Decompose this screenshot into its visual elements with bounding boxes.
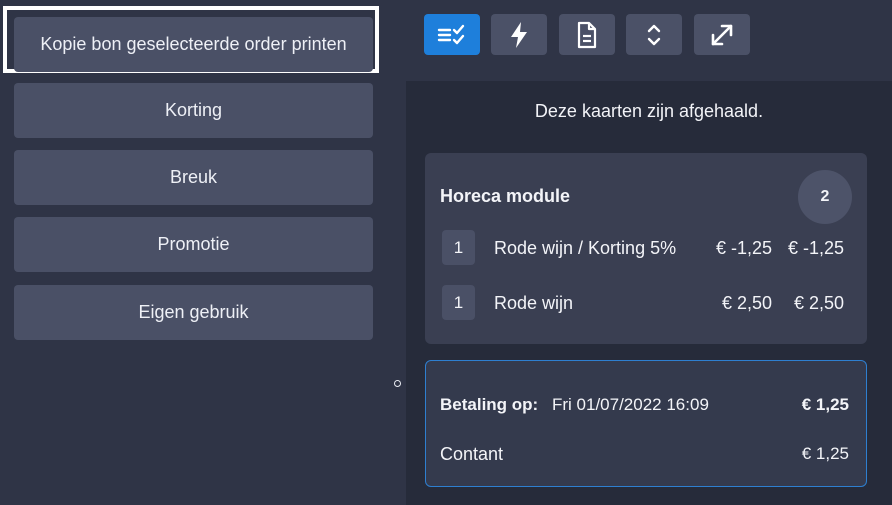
order-line: 1 Rode wijn / Korting 5% € -1,25 € -1,25 [425,230,867,266]
fullscreen-button[interactable] [694,14,750,55]
cursor-dot [394,380,401,387]
payment-label: Betaling op: [440,395,539,414]
payment-total: € 1,25 [801,395,849,414]
unit-price: € -1,25 [715,238,772,258]
expand-collapse-icon [647,24,661,45]
quantity-box: 1 [442,285,475,320]
checklist-button[interactable] [424,14,480,55]
item-name: Rode wijn / Korting 5% [494,238,677,258]
own-use-button[interactable]: Eigen gebruik [14,285,373,340]
quick-action-button[interactable] [491,14,547,55]
document-button[interactable] [559,14,615,55]
order-line: 1 Rode wijn € 2,50 € 2,50 [425,285,867,321]
toolbar [406,0,892,72]
order-panel: Deze kaarten zijn afgehaald. Horeca modu… [406,81,892,505]
expand-collapse-button[interactable] [626,14,682,55]
order-card: Horeca module 2 1 Rode wijn / Korting 5%… [425,153,867,344]
payment-method: Contant [440,444,504,464]
card-title: Horeca module [440,186,571,206]
discount-button[interactable]: Korting [14,83,373,138]
line-total: € 2,50 [793,293,844,313]
promotion-button[interactable]: Promotie [14,217,373,272]
status-message: Deze kaarten zijn afgehaald. [534,101,764,121]
payment-amount: € 1,25 [801,444,849,463]
item-count-badge: 2 [798,170,852,224]
quantity-box: 1 [442,230,475,265]
fullscreen-icon [711,24,733,45]
left-menu: Kopie bon geselecteerde order printen Ko… [0,0,386,505]
lightning-icon [511,21,527,48]
line-total: € -1,25 [787,238,844,258]
unit-price: € 2,50 [721,293,772,313]
payment-datetime: Fri 01/07/2022 16:09 [552,395,709,414]
payment-card: Betaling op: Fri 01/07/2022 16:09 € 1,25… [425,360,867,487]
print-copy-receipt-button[interactable]: Kopie bon geselecteerde order printen [14,17,373,72]
item-name: Rode wijn [494,293,574,313]
document-icon [577,21,597,48]
checklist-icon [437,24,465,44]
breakage-button[interactable]: Breuk [14,150,373,205]
